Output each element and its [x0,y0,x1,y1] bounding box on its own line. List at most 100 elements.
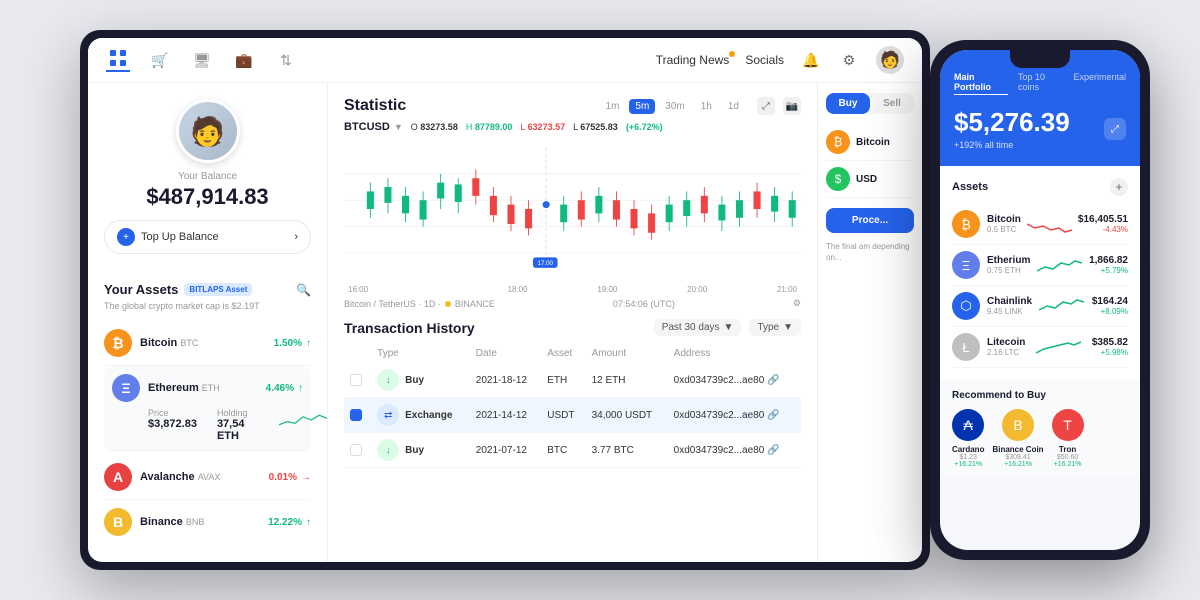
pa-eth-name: Etherium [987,255,1030,266]
pair-label: BTCUSD [344,121,390,133]
pa-ltc-icon: Ł [952,333,980,361]
tablet-topbar: 🛒 🖥 💼 ⇅ Trading News Socials 🔔 ⚙ 🧑 [88,38,922,83]
asset-item-bnb[interactable]: B Binance BNB 12.22% ↑ [104,500,311,544]
row2-type: Exchange [405,410,452,421]
phone-assets-header: Assets + [952,178,1128,196]
search-icon[interactable]: 🔍 [296,283,311,297]
col-asset: Asset [541,344,585,363]
asset-item-btc[interactable]: ₿ Bitcoin BTC 1.50% ↑ [104,321,311,366]
ph-tab-experimental[interactable]: Experimental [1073,72,1126,95]
avax-name: Avalanche AVAX [140,471,220,483]
tx-filters: Past 30 days ▼ Type ▼ [654,319,801,336]
asset-item-eth[interactable]: Ξ Ethereum ETH 4.46% ↑ [104,366,311,451]
filter-type[interactable]: Type ▼ [749,319,801,336]
row1-link-icon[interactable]: 🔗 [767,375,779,386]
btc-arrow: ↑ [306,338,311,349]
row3-checkbox[interactable] [350,444,362,456]
eth-icon: Ξ [112,374,140,402]
phone-add-button[interactable]: + [1110,178,1128,196]
profile-avatar: 🧑 [176,99,240,163]
tf-1d[interactable]: 1d [722,99,745,114]
socials-link[interactable]: Socials [745,53,784,67]
asset-item-avax[interactable]: A Avalanche AVAX 0.01% → [104,455,311,500]
col-amount: Amount [586,344,668,363]
right-btc-icon: ₿ [826,130,850,154]
buy-tab[interactable]: Buy [826,93,870,114]
tablet-top-right: Trading News Socials 🔔 ⚙ 🧑 [656,46,904,74]
phone-asset-eth[interactable]: Ξ Etherium 0.75 ETH 1,866.82 +5.79% [952,245,1128,286]
phone-balance: $5,276.39 [954,107,1126,138]
chart-settings-icon[interactable]: ⚙ [793,298,801,309]
tablet: 🛒 🖥 💼 ⇅ Trading News Socials 🔔 ⚙ 🧑 [80,30,930,570]
sell-tab[interactable]: Sell [870,93,914,114]
chart-pair-info: Bitcoin / TetherUS · 1D · BINANCE [344,299,495,309]
nav-icon-cart[interactable]: 🛒 [148,48,172,72]
pa-eth-chart [1037,255,1082,275]
phone-expand-icon[interactable]: ⤢ [1104,118,1126,140]
row2-link-icon[interactable]: 🔗 [767,410,779,421]
buy-icon-1: ↓ [377,369,399,391]
tf-5m[interactable]: 5m [629,99,655,114]
tf-1m[interactable]: 1m [599,99,625,114]
table-row: ⇄ Exchange 2021-14-12 USDT 34,000 USDT 0… [344,398,801,433]
row2-checkbox[interactable] [350,409,362,421]
filter-type-chevron: ▼ [783,322,793,333]
label-2100: 21:00 [777,285,797,294]
right-coin-bitcoin[interactable]: ₿ Bitcoin [826,124,914,161]
user-avatar[interactable]: 🧑 [876,46,904,74]
phone-notch [1010,50,1070,68]
open-value: O 83273.58 [411,122,458,132]
notification-icon[interactable]: 🔔 [800,49,822,71]
tablet-main: Statistic 1m 5m 30m 1h 1d ⤢ 📷 [328,83,817,562]
ada-price: $1.23 [952,454,984,461]
row2-address: 0xd034739c2...ae80 🔗 [668,398,801,433]
chart-pair-text: Bitcoin / TetherUS · 1D · [344,299,441,309]
bnb-arrow: ↑ [306,517,311,528]
chart-bottom-bar: Bitcoin / TetherUS · 1D · BINANCE 07:54:… [344,298,801,309]
rec-coin-bnb[interactable]: B Binance Coin $309.41 +16.21% [992,409,1043,468]
assets-title-wrap: Your Assets BITLAPS Asset [104,282,252,297]
ph-tab-top10[interactable]: Top 10 coins [1018,72,1063,95]
tf-1h[interactable]: 1h [695,99,718,114]
camera-icon[interactable]: 📷 [783,97,801,115]
nav-icon-transfer[interactable]: ⇅ [274,48,298,72]
bnb-change: 12.22% [268,517,302,528]
pa-btc-icon: ₿ [952,210,980,238]
row1-checkbox[interactable] [350,374,362,386]
chart-info-bar: BTCUSD ▼ O 83273.58 H 87789.00 L 63273.5… [344,121,801,133]
phone-asset-ltc[interactable]: Ł Litecoin 2.16 LTC $385.82 +5.98% [952,327,1128,368]
filter-type-label: Type [757,322,779,333]
pa-btc-sub: 0.5 BTC [987,225,1021,234]
filter-period[interactable]: Past 30 days ▼ [654,319,742,336]
proceed-button[interactable]: Proce... [826,208,914,233]
phone-asset-btc[interactable]: ₿ Bitcoin 0.5 BTC $16,405.51 -4.43% [952,204,1128,245]
pa-btc-change: -4.43% [1078,225,1128,234]
eth-change: 4.46% [266,383,294,394]
expand-icon[interactable]: ⤢ [757,97,775,115]
settings-icon[interactable]: ⚙ [838,49,860,71]
trading-news-link[interactable]: Trading News [656,53,730,67]
topup-button[interactable]: + Top Up Balance › [104,220,311,254]
nav-icon-wallet[interactable]: 💼 [232,48,256,72]
pa-link-icon: ⬡ [952,292,980,320]
row3-link-icon[interactable]: 🔗 [767,445,779,456]
right-usd-icon: $ [826,167,850,191]
avax-change: 0.01% [269,472,297,483]
rec-coin-cardano[interactable]: ₳ Cardano $1.23 +16.21% [952,409,984,468]
profile-section: 🧑 Your Balance $487,914.83 + Top Up Bala… [104,99,311,268]
pair-selector[interactable]: BTCUSD ▼ [344,121,403,133]
avax-icon: A [104,463,132,491]
eth-price: $3,872.83 [148,418,197,430]
col-date: Date [470,344,541,363]
nav-icon-monitor[interactable]: 🖥 [190,48,214,72]
filter-period-label: Past 30 days [662,322,720,333]
right-coin-usd[interactable]: $ USD [826,161,914,198]
pa-ltc-change: +5.98% [1092,348,1128,357]
table-row: ↓ Buy 2021-18-12 ETH 12 ETH 0xd034739c2.… [344,363,801,398]
nav-icon-grid[interactable] [106,48,130,72]
ph-tab-portfolio[interactable]: Main Portfolio [954,72,1008,95]
chart-timestamp: 07:54:06 (UTC) [613,299,675,309]
tf-30m[interactable]: 30m [659,99,690,114]
phone-asset-link[interactable]: ⬡ Chainlink 9.45 LINK $164.24 +8.09% [952,286,1128,327]
rec-coin-tron[interactable]: T Tron $50.60 +16.21% [1052,409,1084,468]
